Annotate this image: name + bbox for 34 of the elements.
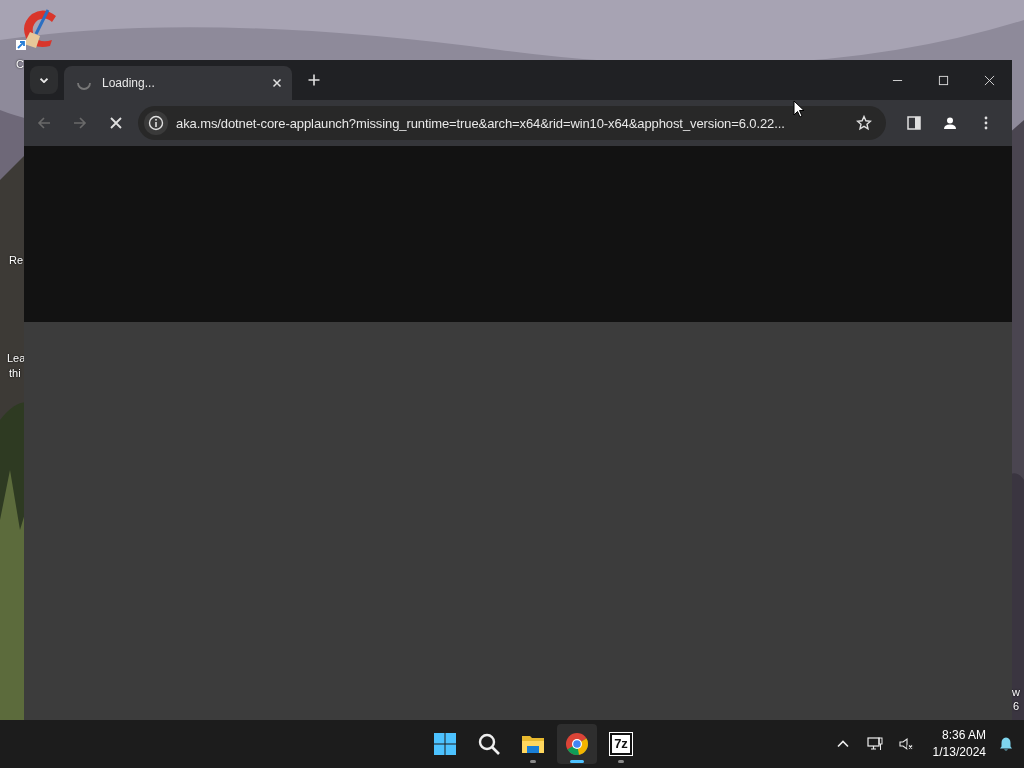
sevenzip-taskbar-button[interactable]: 7z [601, 724, 641, 764]
muted-speaker-icon[interactable] [898, 736, 915, 752]
star-icon[interactable] [856, 115, 872, 131]
address-bar[interactable]: aka.ms/dotnet-core-applaunch?missing_runtime=true&arch=x64&rid=win10-x64&apphost_version=6.0.22... [138, 106, 886, 140]
chrome-taskbar-button[interactable] [557, 724, 597, 764]
url-text: aka.ms/dotnet-core-applaunch?missing_runtime=true&arch=x64&rid=win10-x64&apphost_version=6.0.22... [176, 115, 786, 131]
windows-logo-icon [433, 732, 457, 756]
bell-icon[interactable] [998, 736, 1014, 752]
tab-title: Loading... [102, 76, 156, 90]
mouse-pointer-icon [793, 100, 805, 118]
chevron-down-icon [40, 77, 48, 83]
desktop-icon-label: Lea [7, 352, 26, 365]
network-icon[interactable] [866, 736, 883, 752]
desktop-icon-label: C [16, 58, 24, 71]
desktop-icon-label: Re [9, 254, 24, 267]
browser-tab[interactable]: Loading... [64, 66, 292, 100]
desktop-icon-label: thi [9, 367, 21, 380]
desktop-icon-label: w [1012, 686, 1020, 699]
desktop-icon-label: 6 [1013, 700, 1020, 713]
chrome-logo-icon [565, 732, 589, 756]
search-icon [477, 732, 501, 756]
close-icon[interactable] [984, 74, 995, 86]
stop-icon[interactable] [108, 115, 124, 131]
close-tab-icon[interactable] [272, 78, 282, 88]
tab-list-button[interactable] [30, 66, 58, 94]
info-icon[interactable] [144, 111, 168, 135]
clock[interactable]: 8:36 AM 1/13/2024 [932, 727, 986, 761]
clock-date: 1/13/2024 [932, 744, 986, 761]
archive-app-icon: 7z [610, 733, 632, 755]
profile-icon[interactable] [942, 115, 958, 131]
new-tab-icon[interactable] [308, 74, 320, 86]
clock-time: 8:36 AM [941, 727, 986, 744]
maximize-icon[interactable] [938, 74, 949, 86]
side-panel-icon[interactable] [906, 115, 922, 131]
